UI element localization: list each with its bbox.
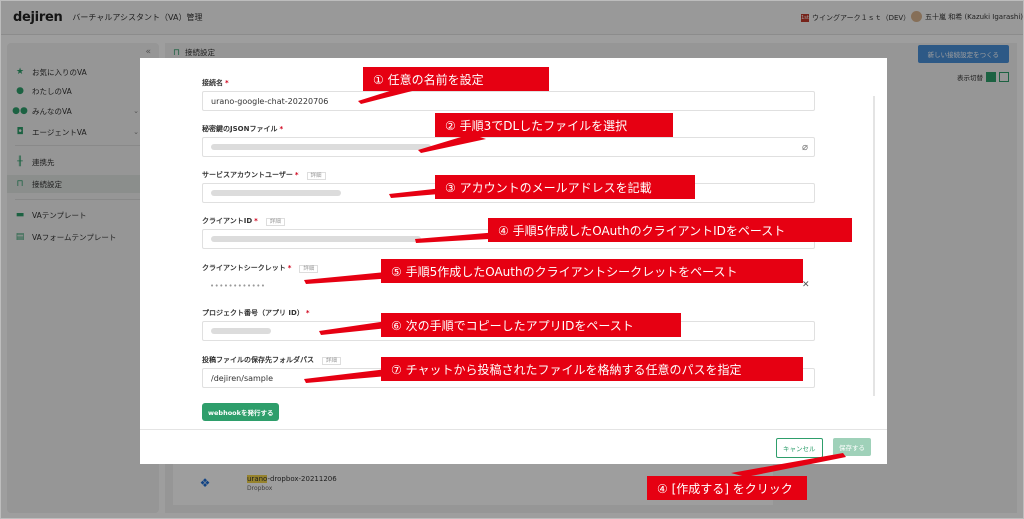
client-secret-label: クライアントシークレット * 詳細	[202, 263, 319, 273]
label-text: 接続名	[202, 79, 223, 87]
label-text: クライアントシークレット	[202, 264, 286, 272]
folder-path-label: 投稿ファイルの保存先フォルダパス 詳細	[202, 355, 342, 365]
close-icon[interactable]: ✕	[802, 280, 810, 290]
callout-8: ④ [作成する] をクリック	[647, 476, 807, 500]
connection-name-label: 接続名 *	[202, 78, 229, 88]
json-key-file-input[interactable]: ⌀	[202, 137, 815, 157]
detail-link[interactable]: 詳細	[265, 218, 285, 226]
redacted-value	[211, 328, 271, 334]
input-value: urano-google-chat-20220706	[211, 96, 329, 106]
service-account-label: サービスアカウントユーザー * 詳細	[202, 170, 326, 180]
detail-link[interactable]: 詳細	[306, 172, 326, 180]
required-mark: *	[287, 264, 292, 272]
required-mark: *	[254, 217, 258, 225]
client-id-label: クライアントID * 詳細	[202, 216, 285, 226]
label-text: プロジェクト番号（アプリ ID）	[202, 309, 304, 317]
input-value: /dejiren/sample	[211, 373, 274, 383]
cancel-button[interactable]: キャンセル	[776, 438, 823, 458]
required-mark: *	[305, 309, 310, 317]
modal-footer-divider	[140, 429, 887, 430]
required-mark: *	[279, 125, 284, 133]
redacted-value	[211, 190, 341, 196]
save-button[interactable]: 保存する	[833, 438, 871, 456]
scrollbar[interactable]	[873, 96, 875, 396]
project-number-label: プロジェクト番号（アプリ ID） *	[202, 308, 310, 318]
callout-6: ⑥ 次の手順でコピーしたアプリIDをペースト	[381, 313, 681, 337]
redacted-value	[211, 144, 431, 150]
label-text: 秘密鍵のJSONファイル	[202, 125, 278, 133]
paperclip-icon[interactable]: ⌀	[802, 142, 808, 153]
issue-webhook-button[interactable]: webhookを発行する	[202, 403, 280, 421]
callout-4: ④ 手順5作成したOAuthのクライアントIDをペースト	[488, 218, 852, 242]
label-text: サービスアカウントユーザー	[202, 171, 293, 179]
json-key-label: 秘密鍵のJSONファイル *	[202, 124, 283, 134]
callout-7: ⑦ チャットから投稿されたファイルを格納する任意のパスを指定	[381, 357, 803, 381]
required-mark: *	[225, 79, 229, 87]
input-value: ••••••••••••	[210, 282, 266, 290]
app-window: dejiren バーチャルアシスタント（VA）管理 1st ウイングアーク１ｓｔ…	[0, 0, 1024, 519]
detail-link[interactable]: 詳細	[322, 357, 342, 365]
label-text: クライアントID	[202, 217, 253, 225]
label-text: 投稿ファイルの保存先フォルダパス	[202, 356, 314, 364]
connection-name-input[interactable]: urano-google-chat-20220706	[202, 91, 815, 111]
callout-3: ③ アカウントのメールアドレスを記載	[435, 175, 695, 199]
redacted-value	[211, 236, 421, 242]
detail-link[interactable]: 詳細	[299, 265, 319, 273]
callout-2: ② 手順3でDLしたファイルを選択	[435, 113, 673, 137]
required-mark: *	[294, 171, 299, 179]
callout-1: ① 任意の名前を設定	[363, 67, 549, 91]
callout-5: ⑤ 手順5作成したOAuthのクライアントシークレットをペースト	[381, 259, 803, 283]
